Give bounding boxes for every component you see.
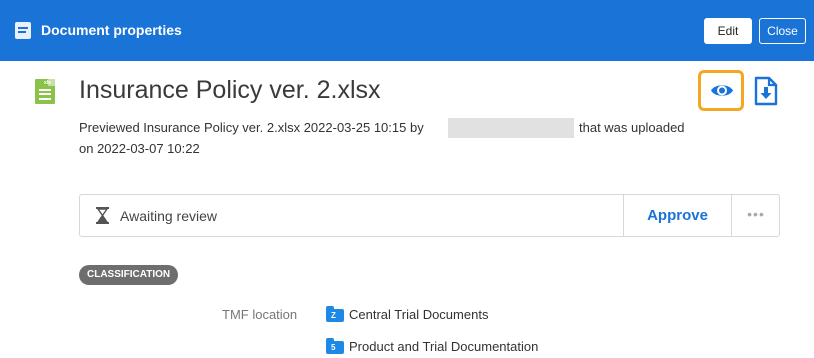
redacted-user-name <box>448 118 574 138</box>
tmf-location-item[interactable]: Central Trial Documents <box>349 306 488 324</box>
review-status-bar: Awaiting review Approve ••• <box>79 194 780 237</box>
file-ext-label: xls <box>44 80 51 86</box>
folder-icon: Z <box>326 306 344 322</box>
close-button[interactable]: Close <box>759 18 806 44</box>
eye-icon <box>711 85 733 96</box>
preview-info-text: Previewed Insurance Policy ver. 2.xlsx 2… <box>79 120 424 135</box>
review-status-text: Awaiting review <box>120 208 218 224</box>
xlsx-file-icon: xls <box>35 79 55 104</box>
dialog-header: Document properties Edit Close <box>0 0 814 61</box>
hourglass-icon <box>96 207 109 224</box>
classification-badge: CLASSIFICATION <box>79 265 179 285</box>
dialog-title: Document properties <box>41 22 182 38</box>
edit-button[interactable]: Edit <box>704 18 752 44</box>
tmf-location-label: TMF location <box>222 307 298 322</box>
approve-button[interactable]: Approve <box>624 195 731 236</box>
folder-icon: 5 <box>326 338 344 354</box>
more-options-button[interactable]: ••• <box>732 195 780 236</box>
tmf-location-item[interactable]: Product and Trial Documentation <box>349 338 538 356</box>
upload-date-text: on 2022-03-07 10:22 <box>79 141 200 156</box>
download-file-icon[interactable] <box>754 76 778 106</box>
preview-info-tail: that was uploaded <box>579 120 685 135</box>
document-title: Insurance Policy ver. 2.xlsx <box>79 76 381 104</box>
preview-button[interactable] <box>698 70 744 111</box>
document-icon <box>15 22 31 39</box>
